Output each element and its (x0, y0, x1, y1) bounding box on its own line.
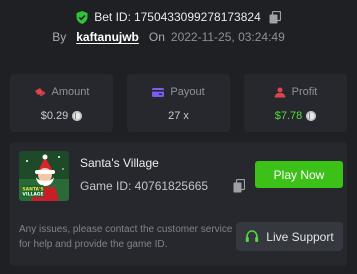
bet-id-row: Bet ID: 1750433099278173824 (0, 8, 357, 26)
coin-icon (306, 111, 317, 121)
help-text: Any issues, please contact the customer … (19, 224, 233, 250)
payout-value: 27 x (168, 110, 189, 122)
coin-icon (72, 111, 83, 121)
copy-icon[interactable] (233, 179, 245, 193)
headset-icon (246, 230, 259, 242)
live-support-label: Live Support (266, 229, 334, 244)
by-label: By (52, 30, 67, 44)
profit-icon (274, 87, 286, 97)
username-link[interactable]: kaftanujwb (76, 30, 139, 44)
amount-card: Amount $0.29 (10, 74, 113, 132)
bet-meta-row: By kaftanujwb On 2022-11-25, 03:24:49 (0, 28, 357, 46)
bet-datetime: 2022-11-25, 03:24:49 (170, 30, 285, 44)
amount-value: $0.29 (40, 110, 69, 122)
game-id: Game ID: 40761825665 (80, 179, 209, 193)
santa-thumbnail-image: SANTA'S VILLAGE (19, 151, 69, 201)
amount-label: Amount (51, 86, 90, 98)
bet-id-label: Bet ID: (94, 10, 131, 24)
on-label: On (148, 30, 165, 44)
profit-value: $7.78 (274, 110, 303, 122)
payout-card: Payout 27 x (127, 74, 230, 132)
play-now-button[interactable]: Play Now (255, 161, 343, 188)
copy-icon[interactable] (269, 10, 281, 24)
profit-label: Profit (291, 86, 318, 98)
profit-card: Profit $7.78 (244, 74, 347, 132)
bet-id-value: 1750433099278173824 (133, 10, 261, 24)
game-thumbnail[interactable]: SANTA'S VILLAGE (19, 151, 69, 201)
shield-check-icon (76, 10, 88, 24)
svg-text:VILLAGE: VILLAGE (22, 192, 43, 198)
game-title: Santa's Village (80, 156, 159, 170)
payout-icon (152, 87, 165, 97)
payout-label: Payout (170, 86, 205, 98)
live-support-button[interactable]: Live Support (236, 222, 343, 251)
amount-icon (34, 88, 46, 97)
game-card: SANTA'S VILLAGE Santa's Village Game ID:… (10, 142, 347, 266)
